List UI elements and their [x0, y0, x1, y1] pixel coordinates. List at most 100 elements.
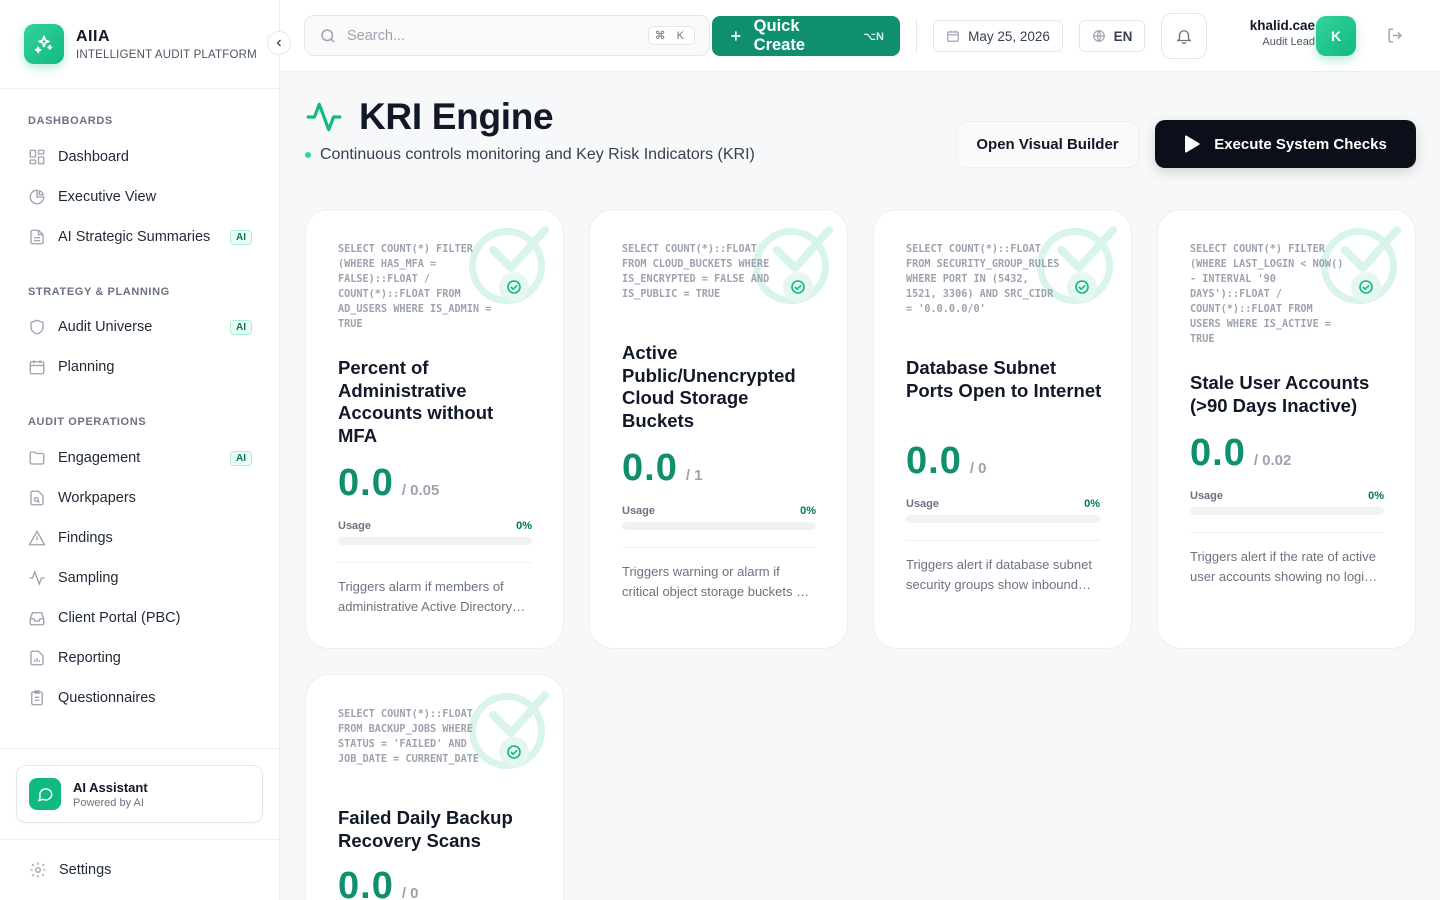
- search-input[interactable]: Search...: [347, 28, 638, 44]
- usage-row: Usage 0%: [622, 505, 816, 517]
- execute-system-checks-button[interactable]: Execute System Checks: [1155, 120, 1416, 168]
- sidebar-item-dashboard[interactable]: Dashboard: [28, 143, 252, 171]
- date-label: May 25, 2026: [968, 28, 1050, 44]
- kri-query: SELECT COUNT(*)::FLOAT FROM SECURITY_GRO…: [906, 244, 1060, 315]
- notifications-button[interactable]: [1161, 13, 1207, 59]
- kri-value: 0.0 / 1: [622, 447, 703, 490]
- ai-badge: AI: [230, 229, 252, 245]
- check-circle-icon: [499, 272, 529, 302]
- kri-value: 0.0 / 0.05: [338, 462, 439, 505]
- sidebar-item-label: Dashboard: [58, 149, 129, 165]
- sidebar-item-questionnaires[interactable]: Questionnaires: [28, 684, 252, 712]
- sidebar-item-label: Questionnaires: [58, 690, 156, 706]
- divider: [622, 547, 816, 548]
- ai-assistant-button[interactable]: AI Assistant Powered by AI: [16, 765, 263, 823]
- status-dot: [305, 152, 311, 158]
- divider: [0, 839, 280, 840]
- check-circle-icon: [1351, 272, 1381, 302]
- kri-card[interactable]: SELECT COUNT(*) FILTER (WHERE HAS_MFA = …: [305, 209, 564, 649]
- assistant-subtitle: Powered by AI: [73, 796, 144, 809]
- chevron-left-icon: [276, 39, 281, 47]
- kri-query: SELECT COUNT(*)::FLOAT FROM BACKUP_JOBS …: [338, 709, 480, 765]
- kri-value: 0.0 / 0: [906, 440, 987, 483]
- usage-row: Usage 0%: [1190, 490, 1384, 502]
- page-subtitle: Continuous controls monitoring and Key R…: [305, 146, 755, 164]
- search-box[interactable]: Search... ⌘ K: [304, 15, 710, 56]
- usage-row: Usage 0%: [338, 520, 532, 532]
- divider: [0, 748, 280, 749]
- usage-label: Usage: [906, 498, 940, 510]
- sidebar-item-workpapers[interactable]: Workpapers: [28, 484, 252, 512]
- kri-card[interactable]: SELECT COUNT(*)::FLOAT FROM CLOUD_BUCKET…: [589, 209, 848, 649]
- sidebar-item-sampling[interactable]: Sampling: [28, 564, 252, 592]
- sidebar-item-label: Audit Universe: [58, 319, 153, 335]
- page-heading: KRI Engine: [305, 96, 554, 138]
- kri-description: Triggers alarm if members of administrat…: [338, 579, 513, 614]
- quick-create-button[interactable]: Quick Create ⌥N: [712, 16, 900, 56]
- sidebar-item-label: AI Strategic Summaries: [58, 229, 211, 245]
- kri-current-value: 0.0: [1190, 432, 1246, 474]
- sparkle-icon: [24, 24, 64, 64]
- brand[interactable]: AIIA INTELLIGENT AUDIT PLATFORM: [24, 24, 257, 64]
- sidebar-item-settings[interactable]: Settings: [29, 856, 253, 884]
- sidebar-item-label: Settings: [59, 862, 112, 878]
- sidebar-item-label: Findings: [58, 530, 113, 546]
- kri-query: SELECT COUNT(*) FILTER (WHERE HAS_MFA = …: [338, 244, 492, 330]
- sidebar-item-label: Workpapers: [58, 490, 136, 506]
- collapse-sidebar-button[interactable]: [267, 31, 291, 55]
- sidebar-item-ai-strategic-summaries[interactable]: AI Strategic Summaries AI: [28, 223, 252, 251]
- kri-card[interactable]: SELECT COUNT(*)::FLOAT FROM SECURITY_GRO…: [873, 209, 1132, 649]
- kri-threshold: / 1: [685, 467, 703, 484]
- inbox-icon: [29, 612, 45, 626]
- sidebar-item-executive-view[interactable]: Executive View: [28, 183, 252, 211]
- kri-current-value: 0.0: [338, 462, 394, 504]
- calendar-icon: [29, 360, 45, 375]
- kri-card[interactable]: SELECT COUNT(*) FILTER (WHERE LAST_LOGIN…: [1157, 209, 1416, 649]
- date-picker-button[interactable]: May 25, 2026: [933, 20, 1063, 52]
- divider: [338, 562, 532, 563]
- section-strategy-planning: STRATEGY & PLANNING: [28, 286, 170, 298]
- kri-current-value: 0.0: [338, 865, 394, 900]
- sidebar-item-reporting[interactable]: Reporting: [28, 644, 252, 672]
- search-shortcut: ⌘ K: [647, 26, 695, 45]
- sidebar-item-label: Client Portal (PBC): [58, 610, 181, 626]
- logout-button[interactable]: [1386, 26, 1405, 50]
- search-icon: [321, 28, 335, 43]
- section-dashboards: DASHBOARDS: [28, 115, 113, 127]
- folder-icon: [29, 451, 45, 465]
- sidebar-item-client-portal[interactable]: Client Portal (PBC): [28, 604, 252, 632]
- sidebar-item-label: Reporting: [58, 650, 121, 666]
- usage-percent: 0%: [516, 520, 532, 532]
- clipboard-icon: [31, 690, 43, 706]
- chat-icon: [29, 778, 61, 810]
- sidebar-item-label: Executive View: [58, 189, 157, 205]
- ai-badge: AI: [230, 319, 252, 335]
- sidebar-item-planning[interactable]: Planning: [28, 353, 252, 381]
- sidebar-item-audit-universe[interactable]: Audit Universe AI: [28, 313, 252, 341]
- sidebar-item-findings[interactable]: Findings: [28, 524, 252, 552]
- play-icon: [1185, 135, 1200, 153]
- kri-threshold: / 0: [969, 460, 987, 477]
- avatar[interactable]: K: [1316, 16, 1356, 56]
- open-visual-builder-button[interactable]: Open Visual Builder: [956, 121, 1139, 168]
- sidebar-item-label: Planning: [58, 359, 115, 375]
- usage-progress-bar: [338, 537, 532, 545]
- report-icon: [30, 650, 44, 666]
- usage-percent: 0%: [800, 505, 816, 517]
- calendar-icon: [947, 30, 959, 42]
- kri-query: SELECT COUNT(*) FILTER (WHERE LAST_LOGIN…: [1190, 244, 1344, 345]
- shield-icon: [30, 319, 44, 335]
- divider: [906, 540, 1100, 541]
- sidebar-item-label: Engagement: [58, 450, 141, 466]
- sidebar: AIIA INTELLIGENT AUDIT PLATFORM DASHBOAR…: [0, 0, 280, 900]
- usage-percent: 0%: [1368, 490, 1384, 502]
- kri-card[interactable]: SELECT COUNT(*)::FLOAT FROM BACKUP_JOBS …: [305, 674, 564, 900]
- activity-icon: [306, 102, 342, 132]
- sidebar-item-engagement[interactable]: Engagement AI: [28, 444, 252, 472]
- kri-title: Database Subnet Ports Open to Internet: [906, 357, 1102, 401]
- activity-icon: [29, 570, 45, 586]
- divider: [916, 18, 917, 54]
- language-button[interactable]: EN: [1079, 20, 1145, 52]
- usage-row: Usage 0%: [906, 498, 1100, 510]
- user-info[interactable]: khalid.cae Audit Lead: [1215, 18, 1315, 48]
